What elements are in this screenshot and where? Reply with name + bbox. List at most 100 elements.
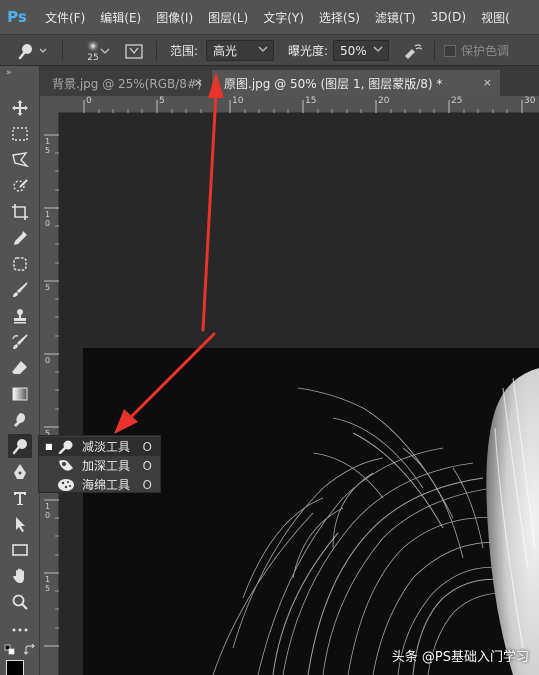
quick-selection-icon [13, 179, 28, 192]
tab-background-jpg[interactable]: 背景.jpg @ 25%(RGB/8#) × [40, 70, 211, 96]
tool-strip: » [0, 66, 40, 675]
ellipsis-icon [12, 628, 28, 632]
zoom-icon [12, 594, 28, 610]
airbrush-icon [405, 43, 423, 59]
pen-icon [14, 464, 26, 479]
crop-icon [12, 204, 28, 220]
close-icon[interactable]: × [483, 76, 492, 89]
type-tool[interactable] [8, 486, 32, 510]
dodge-icon [58, 440, 73, 454]
patch-tool[interactable] [8, 252, 32, 276]
eyedropper-icon [14, 231, 27, 245]
brush-picker-caret[interactable] [100, 35, 110, 66]
hand-icon [13, 568, 24, 583]
default-colors-icon[interactable] [4, 644, 16, 659]
crop-tool[interactable] [8, 200, 32, 224]
document-canvas[interactable] [59, 113, 539, 675]
close-icon[interactable]: × [194, 76, 203, 89]
dodge-tool-icon [18, 43, 47, 59]
menu-filter[interactable]: 滤镜(T) [375, 9, 416, 26]
path-selection-arrow-icon [16, 517, 25, 532]
healing-brush-icon [13, 257, 27, 271]
sponge-icon [58, 479, 74, 491]
brush-panel-toggle[interactable] [124, 35, 144, 66]
move-icon [12, 100, 28, 116]
rectangle-tool[interactable] [8, 538, 32, 562]
horizontal-ruler[interactable]: 0 5 10 15 20 25 30 [59, 96, 539, 113]
rectangular-marquee-icon [12, 127, 28, 141]
menu-type[interactable]: 文字(Y) [263, 9, 304, 26]
flyout-item-burn-tool[interactable]: 加深工具 O [39, 456, 160, 475]
brush-panel-icon [125, 43, 143, 59]
eraser-tool[interactable] [8, 356, 32, 380]
protect-tones-checkbox[interactable]: 保护色调 [444, 35, 509, 66]
gradient-icon [12, 387, 28, 401]
path-select-tool[interactable] [8, 512, 32, 536]
menu-image[interactable]: 图像(I) [156, 9, 193, 26]
ruler-label: 1 5 [45, 575, 51, 593]
flyout-item-sponge-tool[interactable]: 海绵工具 O [39, 475, 160, 494]
vertical-ruler[interactable]: 1 5 1 0 5 0 5 1 0 1 5 [40, 113, 59, 675]
menu-layer[interactable]: 图层(L) [208, 9, 248, 26]
document-tab-bar: 背景.jpg @ 25%(RGB/8#) × 原图.jpg @ 50% (图层 … [40, 66, 539, 96]
menu-edit[interactable]: 编辑(E) [100, 9, 141, 26]
collapse-panel-icon[interactable]: » [6, 68, 12, 78]
range-select-value: 高光 [213, 44, 238, 58]
eraser-icon [12, 361, 27, 374]
swap-colors-icon[interactable] [23, 643, 36, 659]
ruler-label: 1 0 [45, 502, 51, 520]
flyout-item-label: 加深工具 [82, 459, 131, 473]
ruler-label: 30 [524, 96, 536, 106]
dodge-tool[interactable] [8, 434, 32, 458]
flyout-item-shortcut: O [142, 439, 152, 454]
foreground-color-swatch[interactable] [6, 660, 24, 675]
checkbox-box[interactable] [444, 44, 456, 57]
protect-tones-label: 保护色调 [461, 44, 510, 58]
tab-original-jpg[interactable]: 原图.jpg @ 50% (图层 1, 图层蒙版/8) * × [212, 70, 500, 96]
more-tools-button[interactable] [8, 618, 32, 642]
ruler-label: 5 [45, 283, 51, 292]
flyout-item-label: 海绵工具 [82, 478, 131, 492]
pen-tool[interactable] [8, 460, 32, 484]
dodge-icon [12, 439, 27, 455]
flyout-item-shortcut: O [142, 458, 152, 473]
menu-3d[interactable]: 3D(D) [431, 10, 466, 24]
lasso-tool[interactable] [8, 148, 32, 172]
range-select[interactable]: 高光 [206, 40, 274, 61]
tool-preset-picker[interactable] [18, 35, 48, 66]
smudge-tool[interactable] [8, 408, 32, 432]
hand-tool[interactable] [8, 564, 32, 588]
watermark: 头条 @PS基础入门学习 [391, 650, 529, 665]
ruler-label: 0 [45, 356, 51, 365]
type-icon [14, 492, 26, 505]
menu-select[interactable]: 选择(S) [319, 9, 360, 26]
smudge-icon [14, 413, 25, 427]
chevron-down-icon [373, 46, 383, 52]
ruler-label: 5 [159, 96, 165, 106]
clone-stamp-tool[interactable] [8, 304, 32, 328]
exposure-field[interactable]: 50% [333, 40, 389, 61]
zoom-tool[interactable] [8, 590, 32, 614]
menu-file[interactable]: 文件(F) [45, 9, 85, 26]
ruler-label: 25 [451, 96, 463, 106]
document-image[interactable] [83, 348, 539, 675]
flyout-item-dodge-tool[interactable]: ■ 减淡工具 O [39, 437, 160, 456]
ruler-ticks [83, 100, 523, 113]
gradient-tool[interactable] [8, 382, 32, 406]
flyout-item-label: 减淡工具 [82, 440, 131, 454]
ruler-label: 15 [305, 96, 317, 106]
ruler-label: 10 [232, 96, 244, 106]
ruler-origin[interactable] [40, 96, 59, 113]
menu-bar: Ps 文件(F) 编辑(E) 图像(I) 图层(L) 文字(Y) 选择(S) 滤… [0, 0, 539, 34]
eyedropper-tool[interactable] [8, 226, 32, 250]
airbrush-button[interactable] [402, 35, 424, 66]
marquee-tool[interactable] [8, 122, 32, 146]
chevron-down-icon [100, 48, 110, 54]
quick-select-tool[interactable] [8, 174, 32, 198]
menu-view[interactable]: 视图( [481, 9, 510, 26]
ruler-label: 1 0 [45, 210, 51, 228]
brush-tool[interactable] [8, 278, 32, 302]
move-tool[interactable] [8, 96, 32, 120]
history-brush-tool[interactable] [8, 330, 32, 354]
chevron-down-icon [258, 46, 268, 52]
